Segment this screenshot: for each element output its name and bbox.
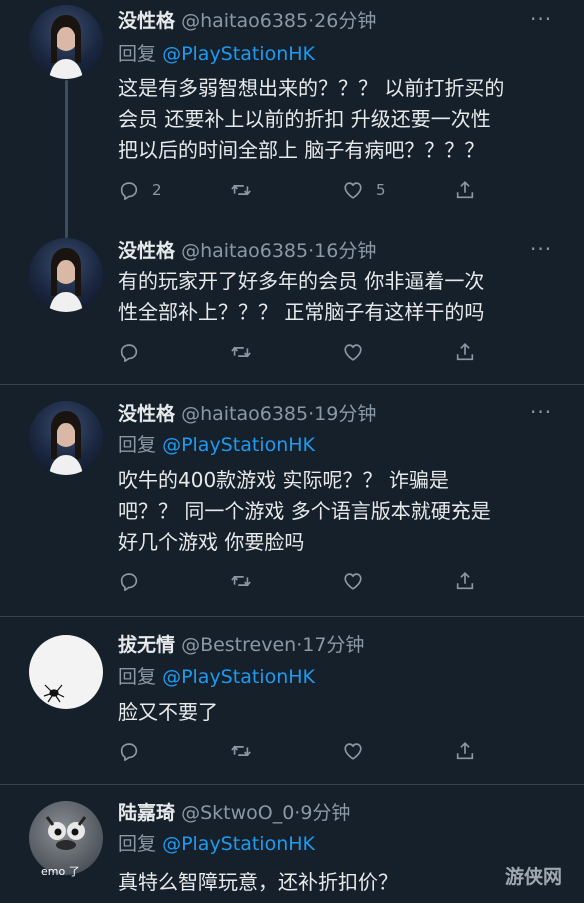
- tweet-1[interactable]: 没性格 @haitao6385·26分钟 ··· 回复 @PlayStation…: [0, 0, 584, 230]
- share-icon: [454, 570, 476, 592]
- timestamp[interactable]: 19分钟: [314, 403, 376, 425]
- heart-icon: [342, 179, 364, 201]
- tweet-line: 真特么智障玩意，还补折扣价？: [118, 870, 398, 894]
- reply-icon: [118, 179, 140, 201]
- share-icon: [454, 740, 476, 762]
- reply-count: 2: [152, 181, 162, 199]
- retweet-icon: [230, 179, 252, 201]
- reply-to-link[interactable]: @PlayStationHK: [162, 43, 315, 65]
- reply-to-link[interactable]: @PlayStationHK: [162, 666, 315, 688]
- reply-to-link[interactable]: @PlayStationHK: [162, 434, 315, 456]
- more-icon[interactable]: ···: [530, 400, 556, 424]
- avatar[interactable]: [29, 238, 103, 312]
- like-button[interactable]: 5: [342, 177, 386, 203]
- avatar[interactable]: [29, 401, 103, 475]
- tweet-2[interactable]: 没性格 @haitao6385·16分钟 ··· 有的玩家开了好多年的会员 你非…: [0, 230, 584, 380]
- divider: [0, 784, 584, 785]
- share-button[interactable]: [454, 339, 476, 365]
- tweet-4[interactable]: 拔无情 @Bestreven·17分钟 回复 @PlayStationHK 脸又…: [0, 624, 584, 784]
- like-button[interactable]: [342, 339, 364, 365]
- display-name[interactable]: 陆嘉琦: [118, 802, 175, 824]
- reply-label: 回复: [118, 666, 157, 688]
- heart-icon: [342, 570, 364, 592]
- retweet-icon: [230, 740, 252, 762]
- like-count: 5: [376, 181, 386, 199]
- tweet-line: 性全部补上？？？ 正常脑子有这样干的吗: [118, 300, 485, 324]
- more-icon[interactable]: ···: [530, 7, 556, 31]
- like-button[interactable]: [342, 738, 364, 764]
- retweet-button[interactable]: [230, 738, 252, 764]
- avatar[interactable]: [29, 5, 103, 79]
- retweet-button[interactable]: [230, 177, 252, 203]
- handle[interactable]: @haitao6385: [181, 240, 308, 262]
- share-icon: [454, 179, 476, 201]
- retweet-button[interactable]: [230, 568, 252, 594]
- divider: [0, 384, 584, 385]
- tweet-text: 真特么智障玩意，还补折扣价？: [118, 867, 558, 898]
- tweet-line: 好几个游戏 你要脸吗: [118, 530, 305, 554]
- tweet-5[interactable]: emo 了 陆嘉琦 @SktwoO_0·9分钟 回复 @PlayStationH…: [0, 792, 584, 903]
- tweet-line: 会员 还要补上以前的折扣 升级还要一次性: [118, 107, 491, 131]
- more-icon[interactable]: ···: [530, 237, 556, 261]
- share-button[interactable]: [454, 177, 476, 203]
- watermark-logo: 游侠网: [505, 866, 563, 888]
- handle[interactable]: @haitao6385: [181, 403, 308, 425]
- display-name[interactable]: 拔无情: [118, 634, 175, 656]
- share-button[interactable]: [454, 738, 476, 764]
- heart-icon: [342, 341, 364, 363]
- tweet-text: 这是有多弱智想出来的？？？ 以前打折买的 会员 还要补上以前的折扣 升级还要一次…: [118, 73, 558, 166]
- retweet-icon: [230, 341, 252, 363]
- avatar[interactable]: [29, 635, 103, 709]
- tweet-line: 吹牛的400款游戏 实际呢？？ 诈骗是: [118, 468, 449, 492]
- reply-icon: [118, 740, 140, 762]
- tweet-line: 脸又不要了: [118, 700, 218, 724]
- heart-icon: [342, 740, 364, 762]
- tweet-line: 有的玩家开了好多年的会员 你非逼着一次: [118, 269, 485, 293]
- reply-to-link[interactable]: @PlayStationHK: [162, 833, 315, 855]
- retweet-button[interactable]: [230, 339, 252, 365]
- tweet-text: 吹牛的400款游戏 实际呢？？ 诈骗是 吧？？ 同一个游戏 多个语言版本就硬充是…: [118, 465, 558, 558]
- reply-button[interactable]: 2: [118, 177, 162, 203]
- tweet-text: 有的玩家开了好多年的会员 你非逼着一次 性全部补上？？？ 正常脑子有这样干的吗: [118, 266, 558, 328]
- reply-label: 回复: [118, 434, 157, 456]
- display-name[interactable]: 没性格: [118, 403, 175, 425]
- tweet-line: 这是有多弱智想出来的？？？ 以前打折买的: [118, 76, 505, 100]
- timestamp[interactable]: 9分钟: [300, 802, 350, 824]
- retweet-icon: [230, 570, 252, 592]
- reply-label: 回复: [118, 43, 157, 65]
- reply-button[interactable]: [118, 339, 140, 365]
- like-button[interactable]: [342, 568, 364, 594]
- share-button[interactable]: [454, 568, 476, 594]
- tweet-line: 把以后的时间全部上 脑子有病吧？？？？: [118, 138, 485, 162]
- display-name[interactable]: 没性格: [118, 240, 175, 262]
- timestamp[interactable]: 16分钟: [314, 240, 376, 262]
- handle[interactable]: @Bestreven: [181, 634, 296, 656]
- handle[interactable]: @SktwoO_0: [181, 802, 294, 824]
- reply-button[interactable]: [118, 568, 140, 594]
- avatar-caption: emo 了: [41, 865, 80, 878]
- reply-label: 回复: [118, 833, 157, 855]
- share-icon: [454, 341, 476, 363]
- tweet-3[interactable]: 没性格 @haitao6385·19分钟 ··· 回复 @PlayStation…: [0, 392, 584, 612]
- display-name[interactable]: 没性格: [118, 10, 175, 32]
- tweet-line: 吧？？ 同一个游戏 多个语言版本就硬充是: [118, 499, 491, 523]
- reply-button[interactable]: [118, 738, 140, 764]
- reply-icon: [118, 341, 140, 363]
- divider: [0, 616, 584, 617]
- handle[interactable]: @haitao6385: [181, 10, 308, 32]
- timestamp[interactable]: 26分钟: [314, 10, 376, 32]
- tweet-text: 脸又不要了: [118, 697, 558, 728]
- reply-icon: [118, 570, 140, 592]
- timestamp[interactable]: 17分钟: [302, 634, 364, 656]
